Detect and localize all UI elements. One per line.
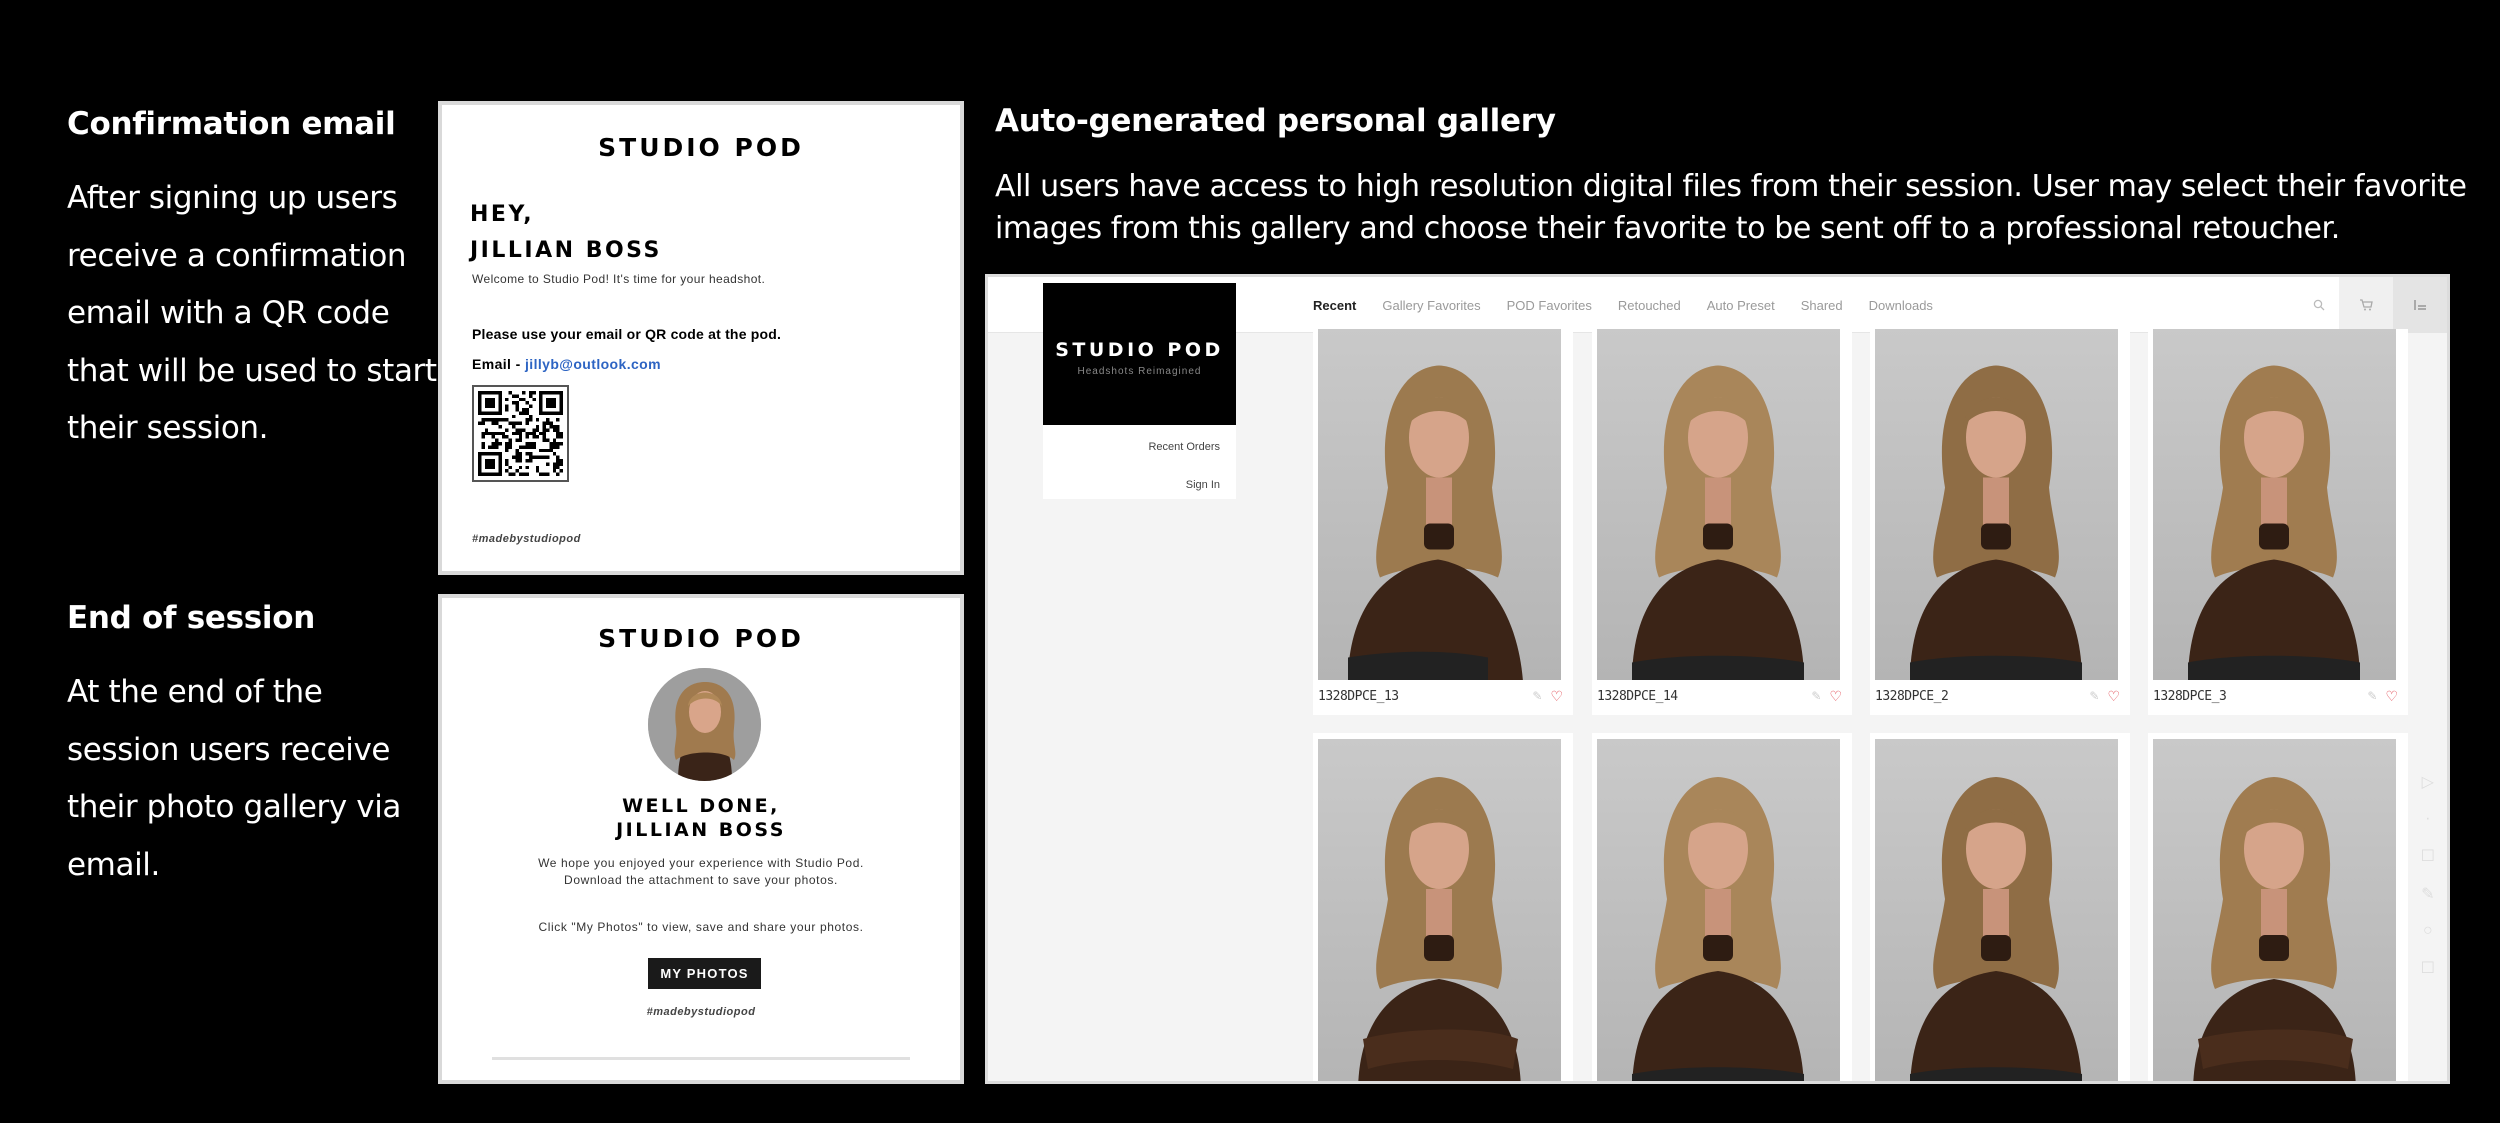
- photo-tile[interactable]: 1328DPCE_2 ✎ ♡: [1870, 329, 2130, 715]
- gallery-description: All users have access to high resolution…: [995, 169, 2467, 246]
- photo-meta: 1328DPCE_2 ✎ ♡: [1875, 686, 2120, 706]
- play-icon[interactable]: ▷: [2422, 772, 2434, 792]
- enjoy-text: We hope you enjoyed your experience with…: [442, 855, 960, 889]
- confirmation-caption-title: Confirmation email: [67, 106, 396, 142]
- enjoy-line-2: Download the attachment to save your pho…: [564, 873, 838, 887]
- menu-item-recent-orders[interactable]: Recent Orders: [1148, 441, 1220, 453]
- divider: [492, 1057, 910, 1060]
- photo-meta: 1328DPCE_3 ✎ ♡: [2153, 686, 2398, 706]
- logo-tagline: Headshots Reimagined: [1077, 366, 1202, 377]
- greeting-line-1: HEY,: [470, 202, 535, 227]
- photo-meta: 1328DPCE_14 ✎ ♡: [1597, 686, 1842, 706]
- heart-icon[interactable]: ♡: [2107, 688, 2120, 705]
- photo-tile[interactable]: [1313, 733, 1573, 1081]
- photo-tile[interactable]: [2148, 733, 2408, 1081]
- hashtag-text: #madebystudiopod: [646, 1006, 756, 1018]
- edit-icon[interactable]: ✎: [2367, 689, 2377, 703]
- dot-icon[interactable]: ·: [2425, 810, 2430, 828]
- photo-filename: 1328DPCE_13: [1318, 688, 1399, 704]
- headshot-photo[interactable]: [2153, 329, 2396, 680]
- circle-icon[interactable]: ○: [2423, 922, 2433, 940]
- greeting-line-2: JILLIAN BOSS: [470, 238, 662, 263]
- photo-tile[interactable]: [1870, 733, 2130, 1081]
- gallery-tabs: Recent Gallery Favorites POD Favorites R…: [1313, 298, 1959, 313]
- tab-retouched[interactable]: Retouched: [1618, 298, 1681, 313]
- logo-name: STUDIO POD: [1055, 339, 1224, 361]
- heart-icon[interactable]: ♡: [2385, 688, 2398, 705]
- studio-pod-logo[interactable]: STUDIO POD Headshots Reimagined: [1043, 283, 1236, 425]
- headshot-photo[interactable]: [1597, 329, 1840, 680]
- headshot-photo[interactable]: [1318, 329, 1561, 680]
- heart-icon[interactable]: ♡: [1550, 688, 1563, 705]
- search-icon[interactable]: [2299, 277, 2339, 333]
- edit-icon[interactable]: ✎: [1532, 689, 1542, 703]
- headshot-photo[interactable]: [1875, 739, 2118, 1081]
- checkbox-icon[interactable]: ☐: [2421, 958, 2435, 978]
- my-photos-button[interactable]: MY PHOTOS: [648, 958, 761, 989]
- end-session-caption: End of session At the end of the session…: [67, 598, 437, 894]
- photo-tile[interactable]: [1592, 733, 1852, 1081]
- tab-pod-favorites[interactable]: POD Favorites: [1507, 298, 1592, 313]
- photo-meta: 1328DPCE_13 ✎ ♡: [1318, 686, 1563, 706]
- headshot-photo[interactable]: [1597, 739, 1840, 1081]
- email-line: Email - jillyb@outlook.com: [472, 356, 661, 372]
- photo-tile[interactable]: 1328DPCE_14 ✎ ♡: [1592, 329, 1852, 715]
- end-session-caption-title: End of session: [67, 600, 315, 636]
- headshot-photo[interactable]: [2153, 739, 2396, 1081]
- click-instruction-text: Click "My Photos" to view, save and shar…: [538, 920, 864, 934]
- account-menu-panel: STUDIO POD Headshots Reimagined Recent O…: [1043, 283, 1236, 499]
- gallery-title: Auto-generated personal gallery: [995, 103, 1556, 139]
- email-label: Email -: [472, 356, 525, 372]
- tab-downloads[interactable]: Downloads: [1869, 298, 1933, 313]
- cart-icon[interactable]: [2339, 277, 2393, 333]
- side-toolbar: ▷ · ☐ ✎ ○ ☐: [2421, 772, 2435, 978]
- tab-recent[interactable]: Recent: [1313, 298, 1356, 313]
- edit-icon[interactable]: ✎: [1811, 689, 1821, 703]
- photo-tile[interactable]: 1328DPCE_3 ✎ ♡: [2148, 329, 2408, 715]
- gallery-app-screenshot: Recent Gallery Favorites POD Favorites R…: [985, 274, 2450, 1084]
- photo-filename: 1328DPCE_14: [1597, 688, 1678, 704]
- list-icon[interactable]: [2393, 277, 2447, 333]
- email-brand-title: STUDIO POD: [598, 624, 804, 653]
- edit-icon[interactable]: ✎: [2089, 689, 2099, 703]
- end-session-caption-body: At the end of the session users receive …: [67, 674, 402, 883]
- photo-filename: 1328DPCE_2: [1875, 688, 1949, 704]
- end-session-email-card: STUDIO POD WELL DONE, JILLIAN BOSS We ho…: [438, 594, 964, 1084]
- tab-auto-preset[interactable]: Auto Preset: [1707, 298, 1775, 313]
- headshot-photo[interactable]: [1318, 739, 1561, 1081]
- email-brand-title: STUDIO POD: [598, 133, 804, 162]
- hashtag-text: #madebystudiopod: [472, 533, 581, 545]
- welcome-text: Welcome to Studio Pod! It's time for you…: [472, 272, 766, 286]
- tab-shared[interactable]: Shared: [1801, 298, 1843, 313]
- confirmation-caption-body: After signing up users receive a confirm…: [67, 180, 437, 446]
- instruction-text: Please use your email or QR code at the …: [472, 326, 782, 342]
- confirmation-caption: Confirmation email After signing up user…: [67, 104, 437, 458]
- qr-code-icon: [472, 385, 569, 482]
- tab-gallery-favorites[interactable]: Gallery Favorites: [1382, 298, 1480, 313]
- photo-tile[interactable]: 1328DPCE_13 ✎ ♡: [1313, 329, 1573, 715]
- well-done-heading: WELL DONE, JILLIAN BOSS: [442, 794, 960, 842]
- email-link[interactable]: jillyb@outlook.com: [525, 356, 661, 372]
- heart-icon[interactable]: ♡: [1829, 688, 1842, 705]
- enjoy-line-1: We hope you enjoyed your experience with…: [538, 856, 864, 870]
- avatar: [648, 668, 761, 781]
- square-icon[interactable]: ☐: [2421, 846, 2435, 866]
- confirmation-email-card: STUDIO POD HEY, JILLIAN BOSS Welcome to …: [438, 101, 964, 575]
- headshot-photo[interactable]: [1875, 329, 2118, 680]
- well-done-line-2: JILLIAN BOSS: [616, 819, 786, 841]
- photo-filename: 1328DPCE_3: [2153, 688, 2227, 704]
- well-done-line-1: WELL DONE,: [622, 795, 780, 817]
- menu-item-sign-in[interactable]: Sign In: [1186, 479, 1220, 491]
- greeting-heading: HEY, JILLIAN BOSS: [470, 197, 662, 269]
- pencil-icon[interactable]: ✎: [2421, 884, 2434, 904]
